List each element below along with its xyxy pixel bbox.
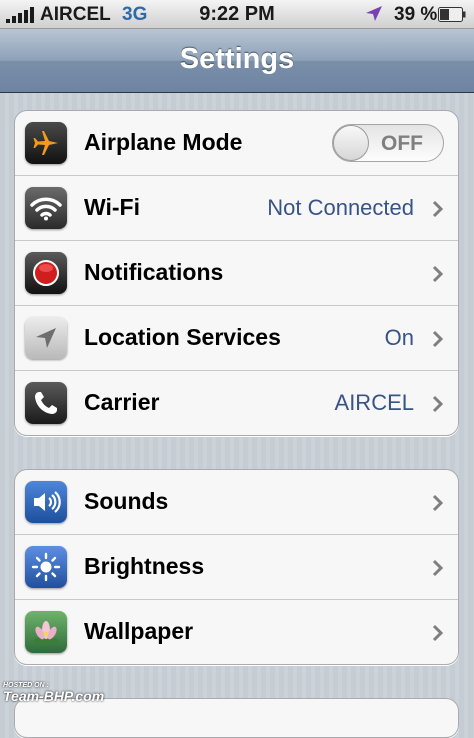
watermark-site: Team-BHP.com <box>3 688 105 704</box>
settings-row-sounds[interactable]: Sounds <box>15 470 458 535</box>
chevron-right-icon <box>432 624 444 642</box>
location-services-status: On <box>384 325 414 350</box>
chevron-right-icon <box>432 265 444 283</box>
settings-row-carrier[interactable]: Carrier AIRCEL <box>15 371 458 435</box>
chevron-right-icon <box>432 200 444 218</box>
location-arrow-icon <box>366 6 382 21</box>
phone-icon <box>25 382 67 424</box>
sounds-label: Sounds <box>84 488 169 514</box>
location-services-icon <box>25 317 67 359</box>
carrier-label: Carrier <box>84 389 160 415</box>
wifi-status: Not Connected <box>267 195 414 220</box>
chevron-right-icon <box>432 494 444 512</box>
settings-group-display-sound: Sounds Brightness Wallpaper <box>14 469 459 665</box>
status-bar: AIRCEL 3G 9:22 PM 39 % <box>0 0 474 29</box>
battery-percentage: 39 % <box>394 4 438 25</box>
settings-row-wifi[interactable]: Wi-Fi Not Connected <box>15 176 458 241</box>
toggle-knob <box>333 125 369 161</box>
toggle-state: OFF <box>381 132 423 155</box>
airplane-icon <box>25 122 67 164</box>
airplane-mode-label: Airplane Mode <box>84 129 243 155</box>
airplane-mode-toggle[interactable]: OFF <box>332 124 444 162</box>
wifi-icon <box>25 187 67 229</box>
sun-icon <box>25 546 67 588</box>
brightness-label: Brightness <box>84 553 205 579</box>
settings-row-brightness[interactable]: Brightness <box>15 535 458 600</box>
notifications-icon <box>25 252 67 294</box>
chevron-right-icon <box>432 330 444 348</box>
settings-row-airplane-mode[interactable]: Airplane Mode OFF <box>15 111 458 176</box>
settings-group-partial <box>14 698 459 738</box>
navigation-bar: Settings <box>0 29 474 93</box>
battery-icon <box>438 7 466 22</box>
flower-icon <box>25 611 67 653</box>
settings-group-connectivity: Airplane Mode OFF Wi-Fi Not Connected No… <box>14 110 459 436</box>
chevron-right-icon <box>432 559 444 577</box>
chevron-right-icon <box>432 395 444 413</box>
notifications-label: Notifications <box>84 259 224 285</box>
watermark-logo: HOSTED ON : Team-BHP.com <box>3 682 104 703</box>
speaker-icon <box>25 481 67 523</box>
wifi-label: Wi-Fi <box>84 194 140 220</box>
settings-row-wallpaper[interactable]: Wallpaper <box>15 600 458 664</box>
settings-row-location-services[interactable]: Location Services On <box>15 306 458 371</box>
wallpaper-label: Wallpaper <box>84 618 194 644</box>
location-services-label: Location Services <box>84 324 281 350</box>
carrier-value: AIRCEL <box>334 390 414 415</box>
page-title: Settings <box>179 43 295 75</box>
settings-row-notifications[interactable]: Notifications <box>15 241 458 306</box>
